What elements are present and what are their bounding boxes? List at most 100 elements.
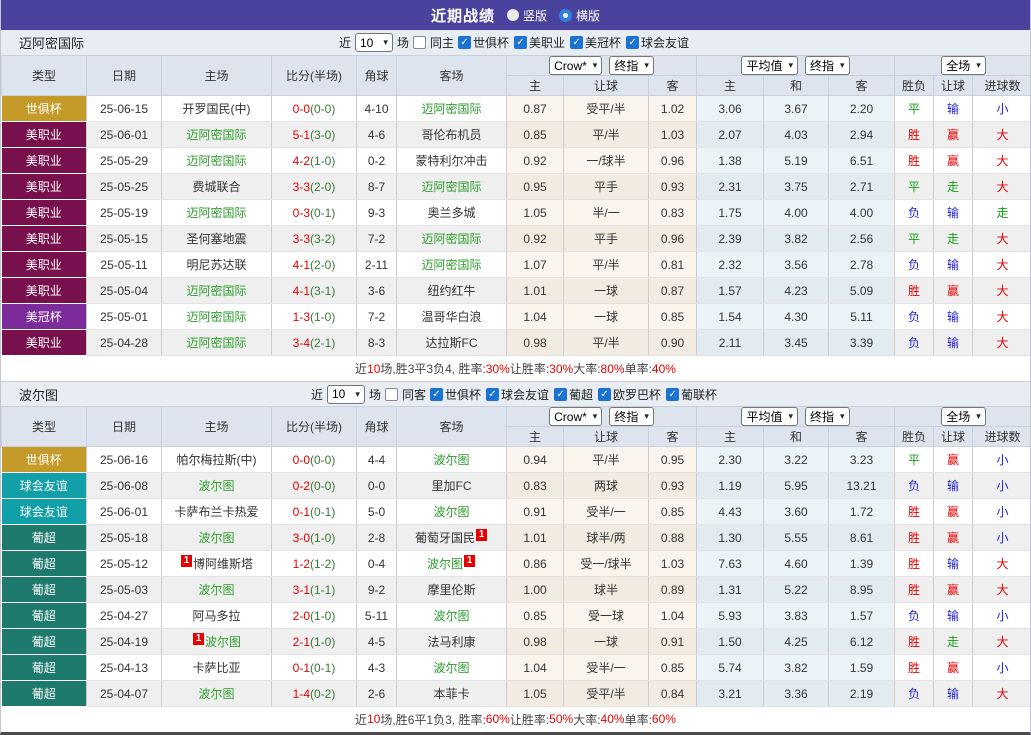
- odds-source-select[interactable]: Crow*▾: [549, 56, 602, 75]
- team-link[interactable]: 迈阿密国际: [186, 128, 246, 142]
- final-odds-select-2[interactable]: 终指▾: [805, 56, 850, 75]
- league-checkbox[interactable]: ✓: [514, 36, 527, 49]
- team-link[interactable]: 波尔图: [433, 661, 469, 675]
- league-checkbox-label: 世俱杯: [445, 386, 481, 403]
- result-goals: 大: [973, 226, 1031, 252]
- team-link[interactable]: 波尔图: [198, 479, 234, 493]
- radio-selected-icon[interactable]: [559, 9, 572, 22]
- handicap-away-odds: 1.03: [649, 122, 697, 148]
- team-link[interactable]: 波尔图: [198, 687, 234, 701]
- result-goals: 大: [973, 122, 1031, 148]
- match-row: 葡超25-05-18波尔图3-0(1-0)2-8葡萄牙国民11.01球半/两0.…: [2, 525, 1031, 551]
- away-team: 奥兰多城: [397, 200, 507, 226]
- result-value: 走: [997, 206, 1009, 220]
- same-venue-checkbox[interactable]: [385, 388, 398, 401]
- team-link[interactable]: 波尔图: [433, 609, 469, 623]
- result-value: 走: [947, 635, 959, 649]
- result-goals: 小: [973, 655, 1031, 681]
- result-value: 赢: [947, 583, 959, 597]
- league-checkbox[interactable]: ✓: [570, 36, 583, 49]
- fulltime-select[interactable]: 全场▾: [941, 407, 986, 426]
- handicap-home-odds: 1.05: [507, 200, 564, 226]
- handicap-away-odds: 0.93: [649, 473, 697, 499]
- team-link[interactable]: 波尔图: [205, 635, 241, 649]
- horizontal-layout-radio[interactable]: 横版: [559, 7, 600, 24]
- league-checkbox-label: 欧罗巴杯: [613, 386, 661, 403]
- match-count-select[interactable]: 10▾: [327, 385, 365, 404]
- team-link[interactable]: 迈阿密国际: [186, 310, 246, 324]
- result-winloss: 胜: [895, 148, 934, 174]
- league-checkbox-label: 葡超: [569, 386, 593, 403]
- col-home-header: 主场: [162, 56, 272, 96]
- fulltime-select[interactable]: 全场▾: [941, 56, 986, 75]
- avg-odds-select[interactable]: 平均值▾: [741, 56, 798, 75]
- match-count-select[interactable]: 10▾: [355, 33, 393, 52]
- team-cell: 摩里伦斯: [427, 583, 475, 597]
- avg-home-odds: 1.57: [697, 278, 764, 304]
- team-link[interactable]: 迈阿密国际: [186, 336, 246, 350]
- team-name[interactable]: 波尔图: [19, 385, 58, 404]
- team-link[interactable]: 迈阿密国际: [186, 284, 246, 298]
- corner-count: 2-8: [357, 525, 397, 551]
- handicap-odds-group: Crow*▾ 终指▾: [507, 56, 697, 76]
- avg-draw-odds: 4.03: [764, 122, 829, 148]
- team-link[interactable]: 迈阿密国际: [186, 154, 246, 168]
- league-checkbox[interactable]: ✓: [598, 388, 611, 401]
- corner-count: 4-6: [357, 122, 397, 148]
- team-link[interactable]: 迈阿密国际: [421, 102, 481, 116]
- team-link[interactable]: 迈阿密国际: [186, 206, 246, 220]
- league-checkbox-label: 葡联杯: [681, 386, 717, 403]
- fulltime-score: 3-4: [293, 336, 310, 350]
- filter-controls: 近 10▾ 场 同客 ✓世俱杯✓球会友谊✓葡超✓欧罗巴杯✓葡联杯: [311, 385, 720, 404]
- odds-source-select[interactable]: Crow*▾: [549, 407, 602, 426]
- avg-draw-odds: 5.95: [764, 473, 829, 499]
- league-checkbox[interactable]: ✓: [486, 388, 499, 401]
- team-cell: 卡萨比亚: [192, 661, 240, 675]
- league-checkbox-label: 世俱杯: [473, 34, 509, 51]
- team-link[interactable]: 迈阿密国际: [421, 180, 481, 194]
- league-badge: 葡超: [2, 525, 87, 551]
- vertical-layout-radio[interactable]: 竖版: [507, 7, 547, 24]
- handicap-away-odds: 0.85: [649, 655, 697, 681]
- team-link[interactable]: 迈阿密国际: [421, 258, 481, 272]
- handicap-away-odds: 1.02: [649, 96, 697, 122]
- team-link[interactable]: 波尔图: [427, 557, 463, 571]
- team-link[interactable]: 波尔图: [198, 531, 234, 545]
- avg-home-odds: 5.93: [697, 603, 764, 629]
- final-odds-select-2[interactable]: 终指▾: [805, 407, 850, 426]
- match-score: 0-1(0-1): [272, 499, 357, 525]
- team-link[interactable]: 波尔图: [433, 453, 469, 467]
- handicap-home-odds: 0.85: [507, 122, 564, 148]
- final-odds-select[interactable]: 终指▾: [609, 407, 654, 426]
- team-cell: 波尔图: [433, 453, 469, 467]
- result-value: 小: [997, 102, 1009, 116]
- match-rows: 世俱杯25-06-16帕尔梅拉斯(中)0-0(0-0)4-4波尔图0.94平/半…: [2, 447, 1031, 707]
- result-goals: 大: [973, 551, 1031, 577]
- league-checkbox[interactable]: ✓: [626, 36, 639, 49]
- league-checkbox[interactable]: ✓: [458, 36, 471, 49]
- league-checkbox[interactable]: ✓: [666, 388, 679, 401]
- result-value: 胜: [908, 284, 920, 298]
- same-venue-label: 同主: [430, 34, 454, 51]
- final-odds-select[interactable]: 终指▾: [609, 56, 654, 75]
- sub-col-header-8: 进球数: [973, 76, 1031, 96]
- league-checkbox[interactable]: ✓: [554, 388, 567, 401]
- match-date: 25-05-11: [87, 252, 162, 278]
- avg-odds-select[interactable]: 平均值▾: [741, 407, 798, 426]
- team-link[interactable]: 波尔图: [198, 583, 234, 597]
- halftime-score: (0-1): [310, 505, 335, 519]
- handicap-home-odds: 0.83: [507, 473, 564, 499]
- team-link[interactable]: 波尔图: [433, 505, 469, 519]
- league-filter-list: ✓世俱杯✓球会友谊✓葡超✓欧罗巴杯✓葡联杯: [430, 386, 720, 403]
- result-value: 输: [947, 557, 959, 571]
- same-venue-checkbox[interactable]: [413, 36, 426, 49]
- team-cell: 迈阿密国际: [186, 128, 246, 142]
- radio-unselected-icon[interactable]: [507, 9, 519, 21]
- team-link[interactable]: 迈阿密国际: [421, 232, 481, 246]
- handicap-line: 受半/一: [564, 499, 649, 525]
- league-checkbox[interactable]: ✓: [430, 388, 443, 401]
- team-name[interactable]: 迈阿密国际: [19, 33, 84, 52]
- result-value: 小: [997, 479, 1009, 493]
- handicap-away-odds: 0.89: [649, 577, 697, 603]
- team-cell: 迈阿密国际: [186, 206, 246, 220]
